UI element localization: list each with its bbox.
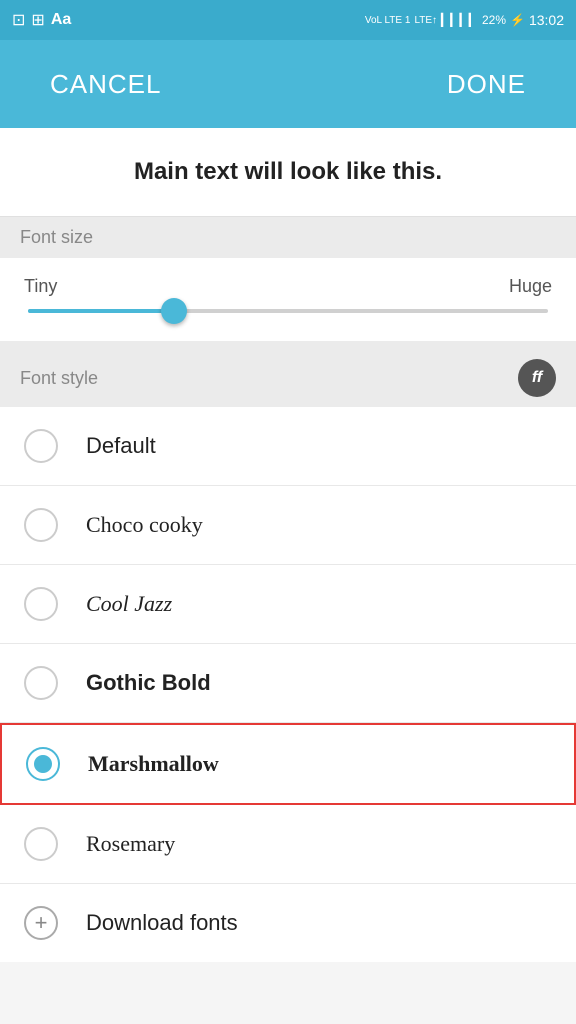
download-fonts-label: Download fonts — [86, 910, 238, 936]
font-name-default: Default — [86, 433, 156, 459]
done-button[interactable]: DONE — [427, 59, 546, 110]
plus-icon[interactable]: + — [24, 906, 58, 940]
radio-marshmallow[interactable] — [26, 747, 60, 781]
radio-rosemary[interactable] — [24, 827, 58, 861]
font-item-rosemary[interactable]: Rosemary — [0, 805, 576, 884]
vol-lte-label: VoL LTE 1 — [365, 15, 411, 26]
preview-text: Main text will look like this. — [134, 158, 442, 185]
radio-gothic-bold[interactable] — [24, 666, 58, 700]
ff-badge[interactable]: ff — [518, 359, 556, 397]
font-style-section-header: Font style ff — [0, 349, 576, 407]
font-size-labels: Tiny Huge — [24, 276, 552, 297]
font-item-gothic-bold[interactable]: Gothic Bold — [0, 644, 576, 723]
font-name-marshmallow: Marshmallow — [88, 751, 219, 777]
cancel-button[interactable]: CANCEL — [30, 59, 181, 110]
time: 13:02 — [529, 12, 564, 28]
font-size-section-header: Font size — [0, 217, 576, 258]
font-name-cool-jazz: Cool Jazz — [86, 591, 172, 617]
preview-area: Main text will look like this. — [0, 128, 576, 217]
status-bar-left: ⊡ ⊞ Aa — [12, 10, 71, 30]
download-fonts-item[interactable]: + Download fonts — [0, 884, 576, 962]
font-name-gothic-bold: Gothic Bold — [86, 670, 211, 696]
font-icon: Aa — [51, 11, 71, 29]
font-size-slider-track[interactable] — [28, 309, 548, 313]
font-list: Default Choco cooky Cool Jazz Gothic Bol… — [0, 407, 576, 962]
radio-cool-jazz[interactable] — [24, 587, 58, 621]
battery-icon: ⚡ — [510, 13, 525, 27]
font-item-marshmallow[interactable]: Marshmallow — [0, 723, 576, 805]
radio-default[interactable] — [24, 429, 58, 463]
font-item-default[interactable]: Default — [0, 407, 576, 486]
slider-thumb[interactable] — [161, 298, 187, 324]
status-bar: ⊡ ⊞ Aa VoL LTE 1 LTE↑ ▎▎▎▎ 22% ⚡ 13:02 — [0, 0, 576, 40]
screenshot-icon: ⊡ — [12, 10, 25, 30]
lte-icon: LTE↑ — [414, 15, 437, 26]
font-item-cool-jazz[interactable]: Cool Jazz — [0, 565, 576, 644]
slider-fill — [28, 309, 174, 313]
font-size-area: Tiny Huge — [0, 258, 576, 349]
battery-level: 22% — [482, 13, 506, 27]
radio-marshmallow-inner — [34, 755, 52, 773]
widget-icon: ⊞ — [31, 10, 44, 30]
signal-bars: ▎▎▎▎ — [441, 13, 478, 27]
font-name-rosemary: Rosemary — [86, 831, 175, 857]
font-style-label: Font style — [20, 368, 98, 389]
font-size-label: Font size — [20, 227, 93, 248]
action-bar: CANCEL DONE — [0, 40, 576, 128]
radio-choco-cooky[interactable] — [24, 508, 58, 542]
font-item-choco-cooky[interactable]: Choco cooky — [0, 486, 576, 565]
tiny-label: Tiny — [24, 276, 57, 297]
huge-label: Huge — [509, 276, 552, 297]
font-name-choco-cooky: Choco cooky — [86, 512, 203, 538]
status-bar-right: VoL LTE 1 LTE↑ ▎▎▎▎ 22% ⚡ 13:02 — [365, 12, 564, 28]
